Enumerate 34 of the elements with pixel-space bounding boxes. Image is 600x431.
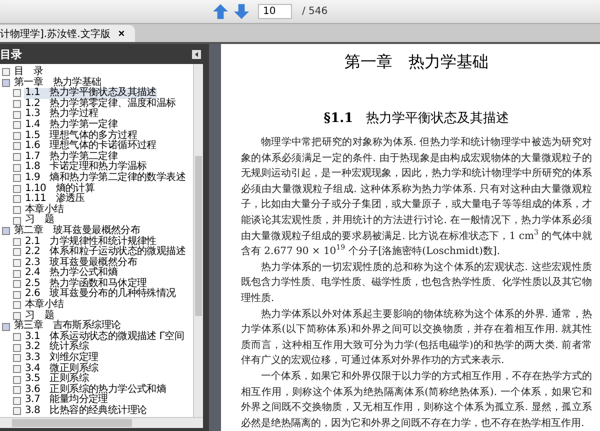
toc-item[interactable]: 3.3 刘维尔定理 [0, 353, 193, 364]
toc-item[interactable]: 2.2 体系和粒子运动状态的微观描述 [0, 247, 193, 258]
sidebar-title: 目录 [0, 46, 22, 62]
page-total: / 546 [302, 6, 328, 17]
toc-item[interactable]: 本章小结 [0, 204, 193, 216]
toc-item[interactable]: 2.4 热力学公式和熵 [0, 268, 193, 279]
toc-item[interactable]: 1.8 卡诺定理和热力学温标 [0, 162, 193, 173]
toc-item[interactable]: 3.8 比热容的经典统计理论 [0, 406, 193, 417]
horizontal-scrollbar[interactable] [0, 416, 203, 428]
page-number-field[interactable]: 10 [258, 4, 292, 19]
close-button[interactable]: × [118, 28, 125, 40]
up-arrow-icon[interactable] [212, 3, 229, 20]
toc-item[interactable]: 习 题 [0, 215, 193, 226]
body-paragraph: 热力学体系以外对体系起主要影响的物体统称为这个体系的外界. 通常，热力学体系(以下简称体系)和外界之间可以交换物质，并存在着相互作用. 就其性质而言，这种相互作用大致可分为力学(包括电磁学)的和热学的两大类. 前者常伴有广义的宏观位移，可通过体系对外界作功的方式来表示. [241, 308, 592, 368]
toc-item[interactable]: 1.4 热力学第一定律 [0, 120, 193, 131]
toc-item[interactable]: 本章小结 [0, 300, 193, 311]
down-arrow-icon[interactable] [233, 3, 250, 20]
toc-item[interactable]: 1.9 熵和热力学第二定律的数学表述 [0, 172, 193, 184]
section-title: §1.1 热力学平衡状态及其描述 [322, 110, 510, 127]
toc-item[interactable]: 1.11 渗透压 [0, 194, 193, 205]
toc-item[interactable]: 目 录 [0, 67, 193, 78]
toc-item[interactable]: 1.6 理想气体的卡诺循环过程 [0, 141, 193, 152]
body-paragraph: 热力学体系的一切宏观性质的总和称为这个体系的宏观状态. 这些宏观性质既包含力学性质、电学性质、磁学性质，也包含热学性质、化学性质以及其它物理性质. [241, 260, 592, 306]
toc-item[interactable]: 第三章 吉布斯系综理论 [0, 321, 193, 332]
toc-item[interactable]: 第二章 玻耳兹曼最概然分布 [0, 226, 193, 236]
document-tab[interactable]: 计物理学].苏汝铿.文字版 × [0, 25, 135, 42]
collapse-icon[interactable] [192, 50, 201, 58]
toc-item[interactable]: 3.5 正则系综 [0, 374, 193, 385]
toc-item[interactable]: 3.7 能量均分定理 [0, 395, 193, 406]
chapter-title: 第一章 热力学基础 [344, 52, 490, 73]
body-paragraph: 一个体系，如果它和外界仅限于以力学的方式相互作用，不存在热学方式的相互作用，则称这个体系为绝热隔离体系(简称绝热体系). 一个体系，如果它和外界之间既不交换物质，又无相互作用，则称这个体系为孤立系. 显然，孤立系必然是绝热隔离的，因为它和外界之间既不存在力学，也不存在热学相互作用. [241, 370, 592, 431]
vertical-scrollbar[interactable] [193, 64, 203, 417]
toc-item[interactable]: 1.3 热力学过程 [0, 109, 193, 120]
body-paragraph: 物理学中常把研究的对象称为体系. 但热力学和统计物理学中被选为研究对象的体系必须满足一定的条件. 由于热现象是由构成宏观物体的大量微观粒子的无规则运动引起，是一种宏观现象，因此，热力学和统计物理学中所研究的体系必须由大量微观粒子组成. 这种体系称为热力学体系. 只有对这种由大量微观粒子，比如由大量分子或分子集团，或大量原子，或大量电子等等组成的体系，才能谈论其宏观性质，并用统计的方法进行讨论. 在一般情况下，热力学体系必须由大量微观粒子组成的要求易被满足. 比方说在标准状态下，1 cm$^{3}$ 的气体中就含有 2.677 90 × 10$^{19}$ 个分子[洛施密特(Loschmidt)数]. [241, 136, 592, 260]
